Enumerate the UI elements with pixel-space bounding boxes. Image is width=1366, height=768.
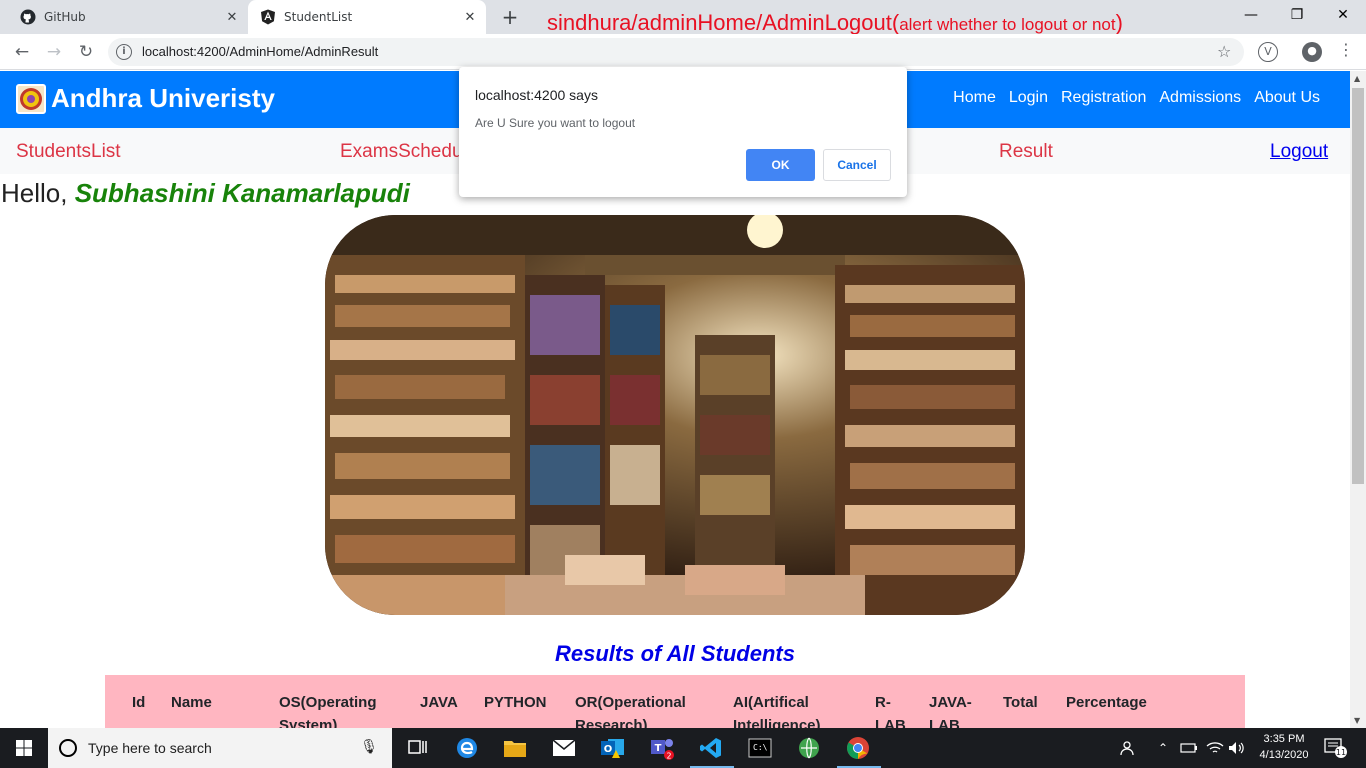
- forward-button[interactable]: →: [40, 40, 68, 64]
- logout-link[interactable]: Logout: [1270, 141, 1328, 163]
- svg-text:11: 11: [1336, 748, 1346, 757]
- tab-title: GitHub: [44, 10, 86, 24]
- teams-icon[interactable]: T2: [647, 733, 677, 763]
- outlook-icon[interactable]: O: [598, 733, 628, 763]
- profile-icon[interactable]: ●: [1302, 42, 1322, 62]
- user-name: Subhashini Kanamarlapudi: [74, 178, 410, 208]
- svg-text:C:\: C:\: [753, 743, 768, 752]
- browser-toolbar: ← → ↻ i localhost:4200/AdminHome/AdminRe…: [0, 34, 1366, 70]
- show-hidden-icons[interactable]: ⌃: [1158, 728, 1168, 768]
- library-image: [325, 215, 1025, 615]
- dialog-title: localhost:4200 says: [475, 87, 598, 103]
- clock-time: 3:35 PM: [1263, 733, 1305, 745]
- clock-date: 4/13/2020: [1259, 749, 1309, 761]
- wifi-icon[interactable]: [1206, 728, 1224, 768]
- tab-title: StudentList: [284, 10, 353, 24]
- university-logo: [16, 83, 46, 114]
- system-clock[interactable]: 3:35 PM 4/13/2020: [1252, 731, 1316, 763]
- terminal-icon[interactable]: C:\: [745, 733, 775, 763]
- notification-center-icon[interactable]: 11: [1324, 728, 1348, 768]
- windows-icon: [16, 740, 32, 756]
- results-table: Id Name OS(Operating System) JAVA PYTHON…: [105, 675, 1245, 728]
- edge-icon[interactable]: [452, 733, 482, 763]
- table-header-os: OS(Operating System): [279, 694, 377, 728]
- network-globe-icon[interactable]: [794, 733, 824, 763]
- nav-registration[interactable]: Registration: [1061, 89, 1146, 107]
- reload-button[interactable]: ↻: [72, 40, 100, 64]
- table-header-name: Name: [171, 694, 212, 711]
- page-scrollbar[interactable]: ▲ ▼: [1350, 71, 1366, 728]
- table-header-ai: AI(Artifical Intelligence): [733, 694, 821, 728]
- tab-studentlist[interactable]: StudentList ✕: [248, 0, 486, 34]
- scroll-up-icon[interactable]: ▲: [1354, 74, 1360, 83]
- search-placeholder: Type here to search: [88, 740, 212, 756]
- restore-button[interactable]: ❐: [1274, 0, 1320, 30]
- chrome-icon[interactable]: [843, 733, 873, 763]
- bookmark-star-icon[interactable]: ☆: [1217, 42, 1231, 61]
- table-header-id: Id: [132, 694, 146, 711]
- table-header-python: PYTHON: [484, 694, 547, 711]
- battery-icon[interactable]: [1180, 728, 1198, 768]
- nav-home[interactable]: Home: [953, 89, 996, 107]
- back-button[interactable]: ←: [8, 40, 36, 64]
- nav-about-us[interactable]: About Us: [1254, 89, 1320, 107]
- mail-icon[interactable]: [549, 733, 579, 763]
- extension-icon[interactable]: V: [1258, 42, 1278, 62]
- table-header-java-lab: JAVA-LAB: [929, 694, 972, 728]
- table-header-r-lab: R-LAB: [875, 694, 906, 728]
- svg-text:T: T: [655, 743, 662, 754]
- url-text: localhost:4200/AdminHome/AdminResult: [142, 44, 379, 59]
- results-title: Results of All Students: [555, 641, 795, 666]
- nav-login[interactable]: Login: [1009, 89, 1048, 107]
- close-icon[interactable]: ✕: [458, 10, 482, 25]
- table-header-java: JAVA: [420, 694, 458, 711]
- table-header-total: Total: [1003, 694, 1038, 711]
- new-tab-button[interactable]: +: [498, 4, 522, 30]
- menu-icon[interactable]: ⋮: [1338, 40, 1354, 59]
- scroll-down-icon[interactable]: ▼: [1354, 716, 1360, 725]
- nav-links: Home Login Registration Admissions About…: [953, 89, 1350, 107]
- subnav-result[interactable]: Result: [999, 141, 1053, 163]
- task-view-icon[interactable]: [403, 733, 433, 763]
- logout-confirm-dialog: localhost:4200 says Are U Sure you want …: [459, 67, 907, 197]
- subnav-exams-schedule[interactable]: ExamsSchedu: [340, 141, 463, 163]
- browser-tab-strip: GitHub ✕ StudentList ✕ + sindhura/adminH…: [0, 0, 1366, 35]
- taskbar-search[interactable]: Type here to search 🎙: [48, 728, 392, 768]
- close-icon[interactable]: ✕: [220, 10, 244, 25]
- file-explorer-icon[interactable]: [500, 733, 530, 763]
- table-header-percentage: Percentage: [1066, 694, 1147, 711]
- dialog-message: Are U Sure you want to logout: [475, 116, 636, 130]
- angular-icon: [260, 9, 276, 25]
- window-close-button[interactable]: ✕: [1320, 0, 1366, 30]
- info-icon[interactable]: i: [116, 44, 132, 60]
- brand-name: Andhra Univeristy: [51, 83, 275, 113]
- github-icon: [20, 9, 36, 25]
- minimize-button[interactable]: —: [1228, 0, 1274, 30]
- cortana-icon: [59, 739, 77, 757]
- tab-github[interactable]: GitHub ✕: [8, 0, 248, 34]
- cancel-button[interactable]: Cancel: [823, 149, 891, 181]
- nav-admissions[interactable]: Admissions: [1159, 89, 1241, 107]
- microphone-icon[interactable]: 🎙: [360, 739, 378, 755]
- table-header-or: OR(Operational Research): [575, 694, 686, 728]
- brand[interactable]: Andhra Univeristy: [16, 83, 275, 114]
- ok-button[interactable]: OK: [746, 149, 815, 181]
- scrollbar-thumb[interactable]: [1352, 88, 1364, 484]
- subnav-students-list[interactable]: StudentsList: [16, 141, 121, 163]
- start-button[interactable]: [0, 728, 48, 768]
- windows-taskbar: Type here to search 🎙 O T2 C:\ ⌃ 3:35 PM…: [0, 728, 1366, 768]
- volume-icon[interactable]: [1228, 728, 1246, 768]
- vscode-icon[interactable]: [696, 733, 726, 763]
- svg-text:2: 2: [666, 752, 671, 761]
- greeting: Hello, Subhashini Kanamarlapudi: [1, 178, 410, 208]
- people-icon[interactable]: [1120, 728, 1138, 768]
- svg-text:O: O: [604, 744, 613, 755]
- address-bar[interactable]: i localhost:4200/AdminHome/AdminResult: [108, 38, 1244, 66]
